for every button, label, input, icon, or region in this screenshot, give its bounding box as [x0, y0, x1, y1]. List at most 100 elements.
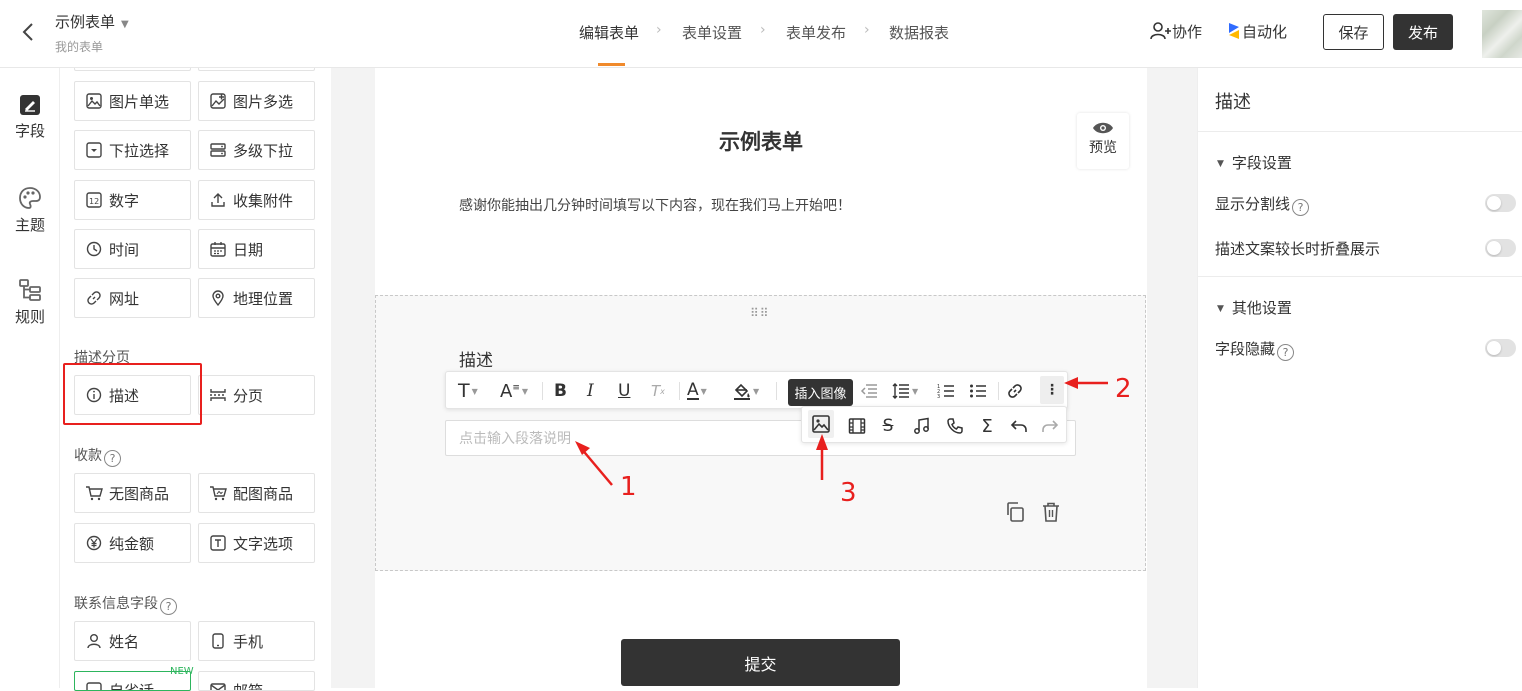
- palette-item-date[interactable]: 日期: [198, 229, 315, 269]
- top-header: 示例表单 ▼ 我的表单 编辑表单 › 表单设置 › 表单发布 › 数据报表 协作 …: [0, 0, 1522, 68]
- palette-item-image-single[interactable]: 图片单选: [74, 81, 191, 121]
- annotation-number-3: 3: [840, 478, 857, 508]
- svg-text:3: 3: [937, 394, 940, 399]
- clear-format-icon[interactable]: Tx: [651, 381, 665, 401]
- user-icon: [85, 632, 103, 650]
- save-button[interactable]: 保存: [1323, 14, 1384, 50]
- strikethrough-icon[interactable]: S: [878, 416, 898, 436]
- bold-icon[interactable]: B: [554, 381, 567, 401]
- font-family-button[interactable]: T ▼: [458, 380, 478, 402]
- fill-color-button[interactable]: ▼: [733, 381, 759, 401]
- active-tab-indicator: [598, 63, 625, 66]
- outdent-icon[interactable]: [860, 381, 878, 401]
- collab-button[interactable]: 协作: [1150, 21, 1202, 42]
- calendar-icon: [209, 240, 227, 258]
- back-button[interactable]: [16, 18, 40, 46]
- chevron-right-icon: ›: [656, 22, 662, 38]
- tab-data-report[interactable]: 数据报表: [889, 22, 949, 43]
- section-field-settings[interactable]: ▼ 字段设置: [1217, 152, 1292, 173]
- form-description[interactable]: 感谢你能抽出几分钟时间填写以下内容，现在我们马上开始吧！: [459, 195, 851, 215]
- ordered-list-icon[interactable]: 123: [937, 381, 955, 401]
- submit-button[interactable]: 提交: [621, 639, 900, 686]
- font-color-button[interactable]: A ▼: [687, 381, 707, 401]
- more-tools-popover: S Σ: [801, 406, 1067, 443]
- hide-field-toggle[interactable]: [1485, 339, 1516, 357]
- cart-icon: [85, 484, 103, 502]
- rail-item-rules[interactable]: 规则: [0, 278, 60, 327]
- copy-icon[interactable]: [1004, 501, 1026, 527]
- palette-item-hidden[interactable]: [198, 68, 315, 71]
- tab-form-settings[interactable]: 表单设置: [682, 22, 742, 43]
- help-icon[interactable]: ?: [104, 450, 121, 467]
- bullet-list-icon[interactable]: [969, 381, 987, 401]
- pagebreak-icon: [209, 386, 227, 404]
- rules-icon: [19, 279, 41, 301]
- palette-item-cascade[interactable]: 多级下拉: [198, 130, 315, 170]
- palette-item-name[interactable]: 姓名: [74, 621, 191, 661]
- tab-edit-form[interactable]: 编辑表单: [579, 22, 639, 43]
- underline-icon[interactable]: U: [618, 381, 630, 401]
- help-icon[interactable]: ?: [1277, 344, 1295, 361]
- automation-icon: [1229, 23, 1239, 39]
- font-size-button[interactable]: A≡ ▼: [500, 380, 528, 402]
- publish-button[interactable]: 发布: [1393, 14, 1453, 50]
- divider: [1198, 276, 1522, 277]
- show-divider-toggle[interactable]: [1485, 194, 1516, 212]
- caret-down-icon: ▼: [121, 19, 129, 30]
- automation-button[interactable]: 自动化: [1226, 21, 1287, 42]
- help-icon[interactable]: ?: [1292, 199, 1310, 216]
- left-rail: [0, 68, 60, 688]
- collapse-long-toggle[interactable]: [1485, 239, 1516, 257]
- palette-item-time[interactable]: 时间: [74, 229, 191, 269]
- palette-item-phone[interactable]: 手机: [198, 621, 315, 661]
- avatar[interactable]: [1482, 10, 1522, 58]
- redo-icon[interactable]: [1040, 416, 1060, 436]
- palette-item-amount[interactable]: 纯金额: [74, 523, 191, 563]
- video-icon[interactable]: [847, 416, 867, 436]
- form-name-dropdown[interactable]: 示例表单 ▼: [55, 11, 129, 32]
- rail-item-theme[interactable]: 主题: [0, 186, 60, 235]
- paragraph-placeholder: 点击输入段落说明: [459, 431, 571, 447]
- formula-sigma-icon[interactable]: Σ: [977, 416, 997, 437]
- phone-icon[interactable]: [945, 416, 965, 436]
- undo-icon[interactable]: [1009, 416, 1029, 436]
- link-icon[interactable]: [1006, 381, 1024, 401]
- form-title[interactable]: 示例表单: [375, 126, 1147, 156]
- preview-button[interactable]: 预览: [1077, 113, 1129, 169]
- toolbar-divider: [542, 382, 543, 400]
- toolbar-divider: [776, 382, 777, 400]
- palette-item-url[interactable]: 网址: [74, 278, 191, 318]
- add-user-icon: [1150, 22, 1171, 40]
- palette-item-text-option[interactable]: 文字选项: [198, 523, 315, 563]
- insert-image-tooltip: 插入图像: [788, 379, 853, 406]
- palette-item-location[interactable]: 地理位置: [198, 278, 315, 318]
- annotation-number-2: 2: [1115, 374, 1132, 404]
- palette-item-image-multi[interactable]: 图片多选: [198, 81, 315, 121]
- music-icon[interactable]: [912, 416, 932, 436]
- rail-item-fields[interactable]: 字段: [0, 94, 60, 141]
- annotation-arrow-1: [575, 441, 613, 486]
- field-label[interactable]: 描述: [459, 346, 493, 371]
- trash-icon[interactable]: [1041, 501, 1061, 527]
- hide-field-label: 字段隐藏?: [1215, 338, 1295, 361]
- caret-down-icon: ▼: [912, 386, 919, 396]
- palette-item-image-goods[interactable]: 配图商品: [198, 473, 315, 513]
- annotation-number-1: 1: [620, 472, 637, 502]
- palette-item-attachment[interactable]: 收集附件: [198, 180, 315, 220]
- palette-item-hidden[interactable]: [74, 68, 191, 71]
- palette-item-number[interactable]: 12 数字: [74, 180, 191, 220]
- section-other-settings[interactable]: ▼ 其他设置: [1217, 297, 1292, 318]
- toolbar-divider: [998, 382, 999, 400]
- help-icon[interactable]: ?: [160, 598, 177, 615]
- tab-form-publish[interactable]: 表单发布: [786, 22, 846, 43]
- drag-handle-icon[interactable]: ⠿⠿: [750, 306, 770, 320]
- palette-item-dropdown[interactable]: 下拉选择: [74, 130, 191, 170]
- palette-item-pagebreak[interactable]: 分页: [198, 375, 315, 415]
- form-folder[interactable]: 我的表单: [55, 38, 103, 55]
- font-size-icon: A≡: [500, 380, 520, 402]
- palette-item-email[interactable]: 邮箱: [198, 671, 315, 691]
- italic-icon[interactable]: I: [587, 381, 594, 401]
- image-multi-icon: [209, 92, 227, 110]
- palette-item-no-image-goods[interactable]: 无图商品: [74, 473, 191, 513]
- line-height-button[interactable]: ▼: [892, 381, 918, 401]
